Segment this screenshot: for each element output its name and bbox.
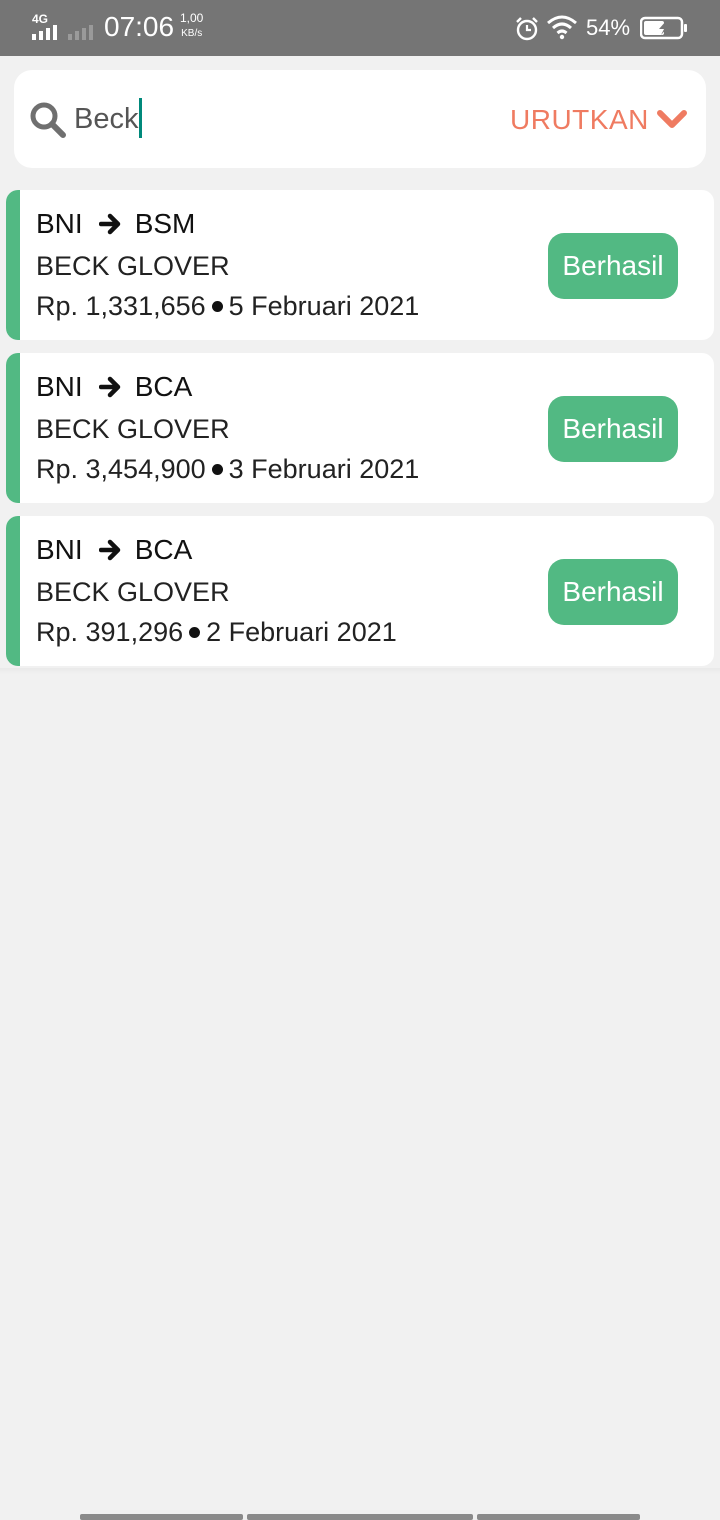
transaction-date: 3 Februari 2021 [228,454,420,484]
battery-charging-icon [640,16,687,40]
sort-label: URUTKAN [510,104,649,135]
transaction-meta: Rp. 3,454,900 3 Februari 2021 [36,451,419,487]
network-speed-value: 1,00 [180,11,204,25]
nav-bar-center[interactable] [247,1514,473,1520]
search-icon[interactable] [28,100,68,140]
clock: 07:06 [104,11,175,42]
transaction-meta: Rp. 391,296 2 Februari 2021 [36,614,397,650]
sort-button[interactable]: URUTKAN [510,98,687,142]
recipient-name: BECK GLOVER [36,414,230,444]
status-accent-bar [6,516,20,666]
status-badge: Berhasil [548,233,678,299]
transaction-card[interactable]: BNI BSM BECK GLOVER Rp. 1,331,656 5 Febr… [6,190,714,340]
transaction-amount: Rp. 391,296 [36,617,184,647]
list-divider [0,668,720,674]
status-accent-bar [6,353,20,503]
search-input[interactable] [74,96,179,142]
source-bank: BNI [36,371,83,402]
transaction-card[interactable]: BNI BCA BECK GLOVER Rp. 391,296 2 Februa… [6,516,714,666]
battery-percentage: 54% [586,15,631,40]
recipient-name: BECK GLOVER [36,251,230,281]
transaction-list: BNI BSM BECK GLOVER Rp. 1,331,656 5 Febr… [6,190,714,679]
recipient-name: BECK GLOVER [36,577,230,607]
destination-bank: BCA [134,371,193,402]
transaction-card[interactable]: BNI BCA BECK GLOVER Rp. 3,454,900 3 Febr… [6,353,714,503]
source-bank: BNI [36,208,83,239]
transaction-route: BNI BCA [36,369,192,405]
status-badge: Berhasil [548,396,678,462]
wifi-icon [547,15,577,40]
network-speed-unit: KB/s [181,28,203,39]
transaction-amount: Rp. 1,331,656 [36,291,206,321]
navigation-gesture-bar[interactable] [0,1514,720,1520]
separator-dot [211,463,223,475]
nav-bar-left[interactable] [80,1514,243,1520]
transaction-meta: Rp. 1,331,656 5 Februari 2021 [36,288,419,324]
arrow-right-icon [98,539,120,561]
alarm-icon [516,17,538,41]
transaction-amount: Rp. 3,454,900 [36,454,206,484]
destination-bank: BCA [134,534,193,565]
nav-bar-right[interactable] [477,1514,640,1520]
status-badge: Berhasil [548,559,678,625]
status-bar: 4G 07:06 1,00 KB/s 54% [0,0,720,56]
source-bank: BNI [36,534,83,565]
signal-secondary-icon [68,22,93,40]
status-accent-bar [6,190,20,340]
text-cursor [139,98,142,138]
transaction-route: BNI BSM [36,206,195,242]
transaction-date: 2 Februari 2021 [206,617,397,647]
transaction-date: 5 Februari 2021 [228,291,420,321]
separator-dot [189,626,201,638]
chevron-down-icon [656,110,687,128]
destination-bank: BSM [134,208,196,239]
network-speed: 1,00 KB/s [180,11,203,41]
network-type-label: 4G [32,12,49,26]
arrow-right-icon [98,376,120,398]
separator-dot [211,300,223,312]
signal-icon: 4G [32,12,62,40]
arrow-right-icon [98,213,120,235]
transaction-route: BNI BCA [36,532,192,568]
